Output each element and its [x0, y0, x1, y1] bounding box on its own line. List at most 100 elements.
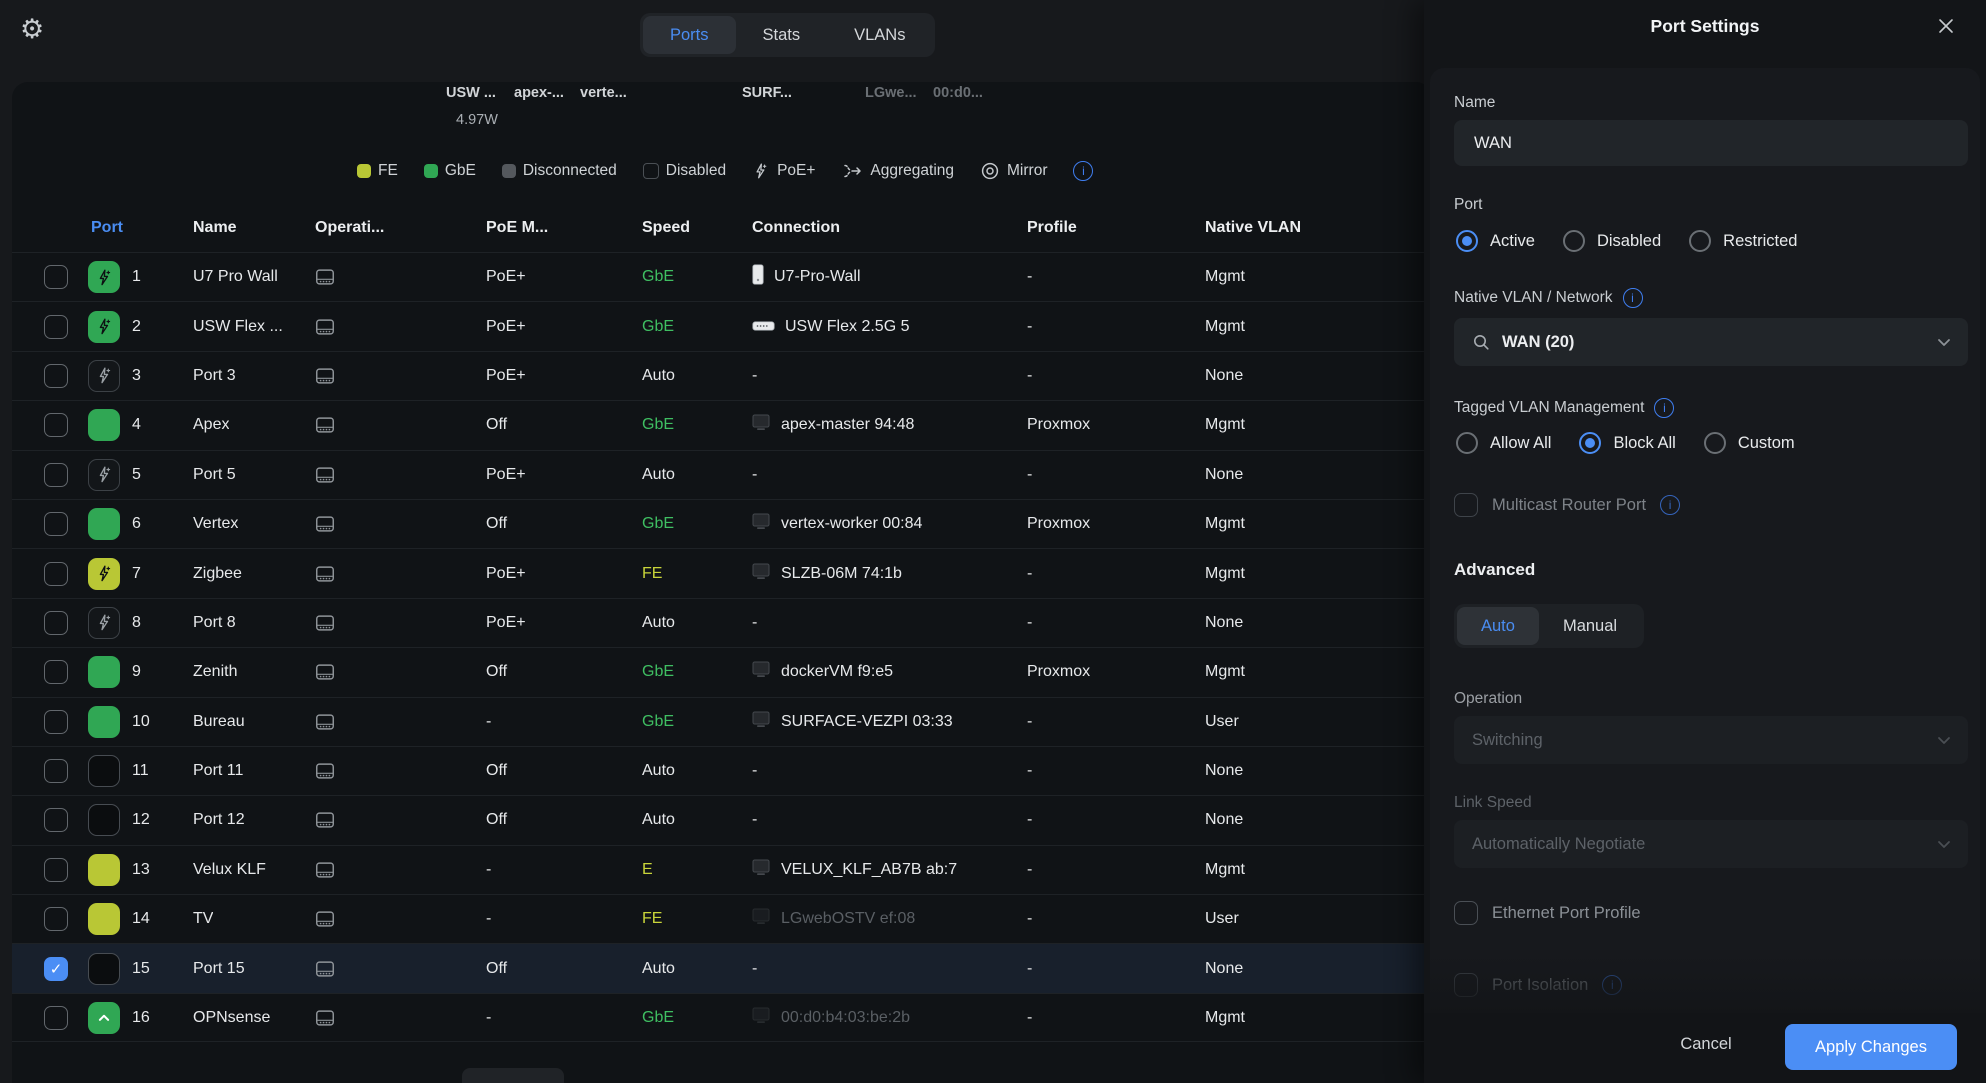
table-row[interactable]: 12 Port 12 Off Auto - - None [12, 795, 1432, 844]
panel-form-card: Name Port ActiveDisabledRestricted Nativ… [1430, 68, 1980, 1083]
switching-operation-icon [314, 762, 336, 781]
native-vlan-value: Mgmt [1205, 318, 1245, 336]
connection-name: - [752, 466, 757, 484]
column-header-profile[interactable]: Profile [1027, 206, 1077, 250]
native-vlan-label-text: Native VLAN / Network [1454, 289, 1613, 307]
port-status-icon [88, 656, 120, 688]
column-header-connection[interactable]: Connection [752, 206, 840, 250]
row-checkbox[interactable] [44, 413, 68, 437]
row-checkbox[interactable] [44, 660, 68, 684]
table-row[interactable]: 16 OPNsense - GbE 00:d0:b4:03:be:2b - Mg… [12, 993, 1432, 1042]
view-tabs: PortsStatsVLANs [640, 13, 935, 57]
poe-mode-value: - [486, 861, 491, 879]
speed-value: Auto [642, 762, 675, 780]
tab-stats[interactable]: Stats [736, 16, 828, 54]
connected-device-icon [752, 414, 771, 436]
port-state-active[interactable]: Active [1456, 230, 1535, 252]
tagged-vlan-custom[interactable]: Custom [1704, 432, 1795, 454]
port-state-restricted[interactable]: Restricted [1689, 230, 1797, 252]
row-checkbox[interactable] [44, 858, 68, 882]
table-row[interactable]: 3 Port 3 PoE+ Auto - - None [12, 351, 1432, 400]
native-vlan-value: Mgmt [1205, 515, 1245, 533]
connected-device-label: 00:d0... [933, 85, 983, 101]
table-row[interactable]: 5 Port 5 PoE+ Auto - - None [12, 450, 1432, 499]
legend-info-icon[interactable]: i [1073, 161, 1093, 181]
row-checkbox[interactable] [44, 611, 68, 635]
disconnected-swatch [502, 164, 516, 178]
table-row[interactable]: 9 Zenith Off GbE dockerVM f9:e5 Proxmox … [12, 647, 1432, 696]
name-label: Name [1454, 94, 1495, 112]
tab-vlans[interactable]: VLANs [827, 16, 932, 54]
port-name: USW Flex ... [193, 318, 283, 336]
port-number: 8 [132, 614, 141, 632]
native-vlan-select[interactable]: WAN (20) [1454, 318, 1968, 366]
column-header-operation[interactable]: Operati... [315, 206, 384, 250]
multicast-info-icon[interactable]: i [1660, 495, 1680, 515]
connected-device-label: verte... [580, 85, 627, 101]
tagged-vlan-label: Tagged VLAN Management i [1454, 398, 1674, 418]
profile-value: - [1027, 466, 1032, 484]
legend-label: PoE+ [777, 162, 815, 180]
row-checkbox[interactable] [44, 562, 68, 586]
column-header-name[interactable]: Name [193, 206, 237, 250]
port-state-disabled[interactable]: Disabled [1563, 230, 1661, 252]
tagged-vlan-info-icon[interactable]: i [1654, 398, 1674, 418]
tagged-vlan-block-all[interactable]: Block All [1579, 432, 1675, 454]
link-speed-value: Automatically Negotiate [1472, 835, 1645, 854]
port-name: Velux KLF [193, 861, 266, 879]
table-row[interactable]: 7 Zigbee PoE+ FE SLZB-06M 74:1b - Mgmt [12, 548, 1432, 597]
table-row[interactable]: 2 USW Flex ... PoE+ GbE USW Flex 2.5G 5 … [12, 301, 1432, 350]
apply-changes-button[interactable]: Apply Changes [1785, 1024, 1957, 1070]
profile-value: - [1027, 910, 1032, 928]
profile-value: - [1027, 762, 1032, 780]
column-header-port[interactable]: Port [91, 206, 123, 250]
profile-value: Proxmox [1027, 663, 1090, 681]
port-number: 14 [132, 910, 150, 928]
profile-value: Proxmox [1027, 416, 1090, 434]
mode-auto[interactable]: Auto [1457, 607, 1539, 645]
table-row[interactable]: ✓ 15 Port 15 Off Auto - - None [12, 943, 1432, 992]
profile-value: - [1027, 861, 1032, 879]
row-checkbox[interactable] [44, 907, 68, 931]
mode-manual[interactable]: Manual [1539, 607, 1641, 645]
tagged-vlan-allow-all[interactable]: Allow All [1456, 432, 1551, 454]
name-input[interactable] [1454, 120, 1968, 166]
row-checkbox[interactable] [44, 364, 68, 388]
table-row[interactable]: 10 Bureau - GbE SURFACE-VEZPI 03:33 - Us… [12, 697, 1432, 746]
port-isolation-checkbox[interactable] [1454, 973, 1478, 997]
table-row[interactable]: 4 Apex Off GbE apex-master 94:48 Proxmox… [12, 400, 1432, 449]
row-checkbox[interactable] [44, 512, 68, 536]
cancel-button[interactable]: Cancel [1671, 1035, 1741, 1054]
connection-cell: - [752, 614, 757, 632]
port-number: 3 [132, 367, 141, 385]
connection-cell: U7-Pro-Wall [752, 264, 861, 290]
connection-cell: SLZB-06M 74:1b [752, 563, 902, 585]
table-row[interactable]: 14 TV - FE LGwebOSTV ef:08 - User [12, 894, 1432, 943]
row-checkbox[interactable] [44, 265, 68, 289]
table-row[interactable]: 8 Port 8 PoE+ Auto - - None [12, 598, 1432, 647]
column-header-speed[interactable]: Speed [642, 206, 690, 250]
table-row[interactable]: 1 U7 Pro Wall PoE+ GbE U7-Pro-Wall - Mgm… [12, 252, 1432, 301]
row-checkbox[interactable] [44, 759, 68, 783]
row-checkbox[interactable] [44, 315, 68, 339]
close-icon[interactable] [1936, 16, 1956, 36]
port-number: 1 [132, 268, 141, 286]
table-row[interactable]: 6 Vertex Off GbE vertex-worker 00:84 Pro… [12, 499, 1432, 548]
row-checkbox[interactable] [44, 808, 68, 832]
port-isolation-info-icon[interactable]: i [1602, 975, 1622, 995]
row-checkbox[interactable] [44, 710, 68, 734]
table-row[interactable]: 11 Port 11 Off Auto - - None [12, 746, 1432, 795]
column-header-poe-mode[interactable]: PoE M... [486, 206, 548, 250]
row-checkbox[interactable] [44, 463, 68, 487]
partially-visible-button[interactable] [462, 1068, 564, 1083]
ethernet-port-profile-checkbox[interactable] [1454, 901, 1478, 925]
tab-ports[interactable]: Ports [643, 16, 736, 54]
column-header-native-vlan[interactable]: Native VLAN [1205, 206, 1301, 250]
row-checkbox[interactable] [44, 1006, 68, 1030]
row-checkbox[interactable]: ✓ [44, 957, 68, 981]
native-vlan-info-icon[interactable]: i [1623, 288, 1643, 308]
settings-gear-icon[interactable]: ⚙ [20, 16, 44, 43]
connected-device-label: USW ... [446, 85, 496, 101]
table-row[interactable]: 13 Velux KLF - E VELUX_KLF_AB7B ab:7 - M… [12, 845, 1432, 894]
switching-operation-icon [314, 613, 336, 632]
